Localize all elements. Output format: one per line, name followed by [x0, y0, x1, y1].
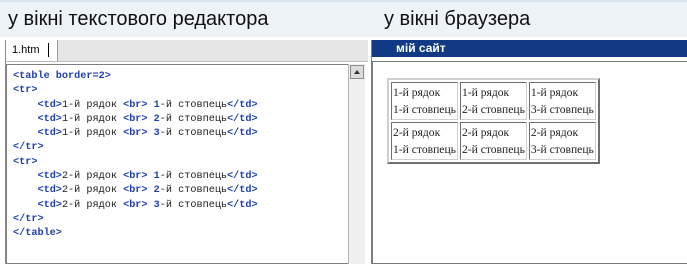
code-tag: </td>	[227, 199, 258, 211]
code-tag: </table>	[13, 228, 62, 240]
code-line: <tr>	[13, 156, 258, 170]
cell-line-1: 1-й рядок	[393, 86, 441, 99]
scroll-up-arrow-icon[interactable]	[350, 65, 364, 79]
code-tag: </td>	[227, 185, 258, 197]
code-text-segment	[13, 100, 37, 111]
code-line: <tr>	[13, 84, 258, 98]
table-cell: 2-й рядок 1-й стовпець	[391, 122, 458, 160]
code-text-segment: 1-й рядок	[61, 99, 124, 111]
code-text-segment: 1-й рядок	[61, 128, 124, 140]
code-line: </tr>	[13, 141, 258, 155]
text-editor-window: 1.htm <table border=2> <tr> <td>1-й рядок…	[5, 40, 368, 264]
code-text-segment: 2-й рядок	[61, 171, 124, 183]
vertical-scrollbar[interactable]	[348, 64, 365, 264]
code-line: <table border=2>	[13, 70, 258, 84]
code-tag: <td>	[37, 199, 62, 211]
code-text-segment	[13, 171, 37, 182]
code-tag: <br>	[123, 171, 148, 183]
code-tag: <br>	[123, 185, 148, 197]
tab-cursor	[47, 43, 49, 58]
code-tag: </td>	[227, 128, 258, 140]
cell-line-1: 1-й рядок	[461, 86, 510, 99]
code-text-segment: 1-й рядок	[61, 113, 124, 125]
cell-line-2: 2-й стовпець	[461, 143, 525, 156]
code-text-segment	[13, 114, 37, 125]
code-text-segment	[13, 200, 37, 211]
table-cell: 2-й рядок 2-й стовпець	[459, 122, 527, 160]
cell-line-1: 1-й рядок	[530, 86, 579, 99]
code-line: <td>2-й рядок <br> 1-й стовпець</td>	[13, 170, 258, 184]
table-cell: 1-й рядок 1-й стовпець	[391, 82, 458, 120]
code-text-segment: -й стовпець	[159, 99, 228, 111]
code-text[interactable]: <table border=2> <tr> <td>1-й рядок <br> …	[13, 70, 258, 242]
code-text-segment: -й стовпець	[159, 185, 228, 197]
code-text-segment	[13, 185, 37, 196]
code-tag: <td>	[37, 128, 62, 140]
browser-tab-title[interactable]: мій сайт	[372, 40, 687, 57]
code-tag: <table border=2>	[13, 71, 111, 82]
editor-tab-file[interactable]: 1.htm	[6, 40, 58, 61]
cell-line-2: 1-й стовпець	[393, 143, 456, 156]
cell-line-1: 2-й рядок	[393, 126, 441, 139]
code-editor-area[interactable]: <table border=2> <tr> <td>1-й рядок <br> …	[6, 64, 348, 264]
table-cell: 2-й рядок 3-й стовпець	[528, 122, 596, 160]
browser-viewport: 1-й рядок 1-й стовпець 1-й рядок 2-й стовпе…	[372, 61, 687, 264]
table-cell: 1-й рядок 3-й стовпець	[528, 82, 596, 120]
code-line: <td>1-й рядок <br> 2-й стовпець</td>	[13, 113, 258, 127]
cell-line-2: 1-й стовпець	[393, 103, 456, 116]
rendered-table: 1-й рядок 1-й стовпець 1-й рядок 2-й стовпе…	[387, 78, 600, 164]
code-text-segment	[13, 128, 37, 139]
code-tag: <tr>	[13, 85, 38, 97]
cell-line-2: 3-й стовпець	[530, 143, 594, 156]
code-text-segment: 2-й рядок	[61, 199, 124, 211]
code-text-segment: -й стовпець	[159, 199, 228, 211]
code-line: <td>1-й рядок <br> 1-й стовпець</td>	[13, 99, 258, 113]
cell-line-1: 2-й рядок	[530, 126, 579, 139]
code-tag: <tr>	[13, 156, 38, 168]
cell-line-2: 3-й стовпець	[530, 103, 594, 116]
browser-window: мій сайт 1-й рядок 1-й стовпець 1-й рядок 2…	[371, 40, 687, 264]
code-line: <td>1-й рядок <br> 3-й стовпець</td>	[13, 127, 258, 141]
code-line: </tr>	[13, 213, 258, 227]
code-tag: </tr>	[13, 213, 44, 225]
caption-band: у вікні текстового редактора у вікні бра…	[0, 0, 687, 37]
table-row: 1-й рядок 1-й стовпець 1-й рядок 2-й стовпе…	[391, 82, 596, 120]
editor-tab-label: 1.htm	[12, 44, 40, 56]
code-tag: <td>	[37, 99, 62, 111]
code-text-segment: -й стовпець	[159, 171, 228, 183]
code-line: <td>2-й рядок <br> 3-й стовпець</td>	[13, 199, 258, 213]
code-text-segment: 2-й рядок	[61, 185, 124, 197]
table-row: 2-й рядок 1-й стовпець 2-й рядок 2-й стовпе…	[391, 122, 596, 160]
code-tag: <br>	[123, 113, 148, 125]
code-tag: <br>	[123, 128, 148, 140]
code-tag: </tr>	[13, 142, 44, 154]
code-text-segment: -й стовпець	[159, 128, 228, 140]
code-tag: </td>	[227, 113, 258, 125]
editor-tab-strip: 1.htm	[6, 40, 368, 62]
code-tag: <br>	[123, 99, 148, 111]
code-line: <td>2-й рядок <br> 2-й стовпець</td>	[13, 184, 258, 198]
code-tag: <td>	[37, 185, 62, 197]
editor-caption: у вікні текстового редактора	[8, 8, 269, 30]
code-text-segment: -й стовпець	[159, 113, 228, 125]
code-tag: </td>	[227, 171, 258, 183]
code-line: </table>	[13, 227, 258, 241]
cell-line-2: 2-й стовпець	[461, 103, 525, 116]
code-tag: </td>	[227, 99, 258, 111]
code-tag: <td>	[37, 171, 62, 183]
browser-caption: у вікні браузера	[384, 8, 531, 30]
cell-line-1: 2-й рядок	[461, 126, 510, 139]
table-cell: 1-й рядок 2-й стовпець	[459, 82, 527, 120]
code-tag: <br>	[123, 199, 148, 211]
code-tag: <td>	[37, 113, 62, 125]
